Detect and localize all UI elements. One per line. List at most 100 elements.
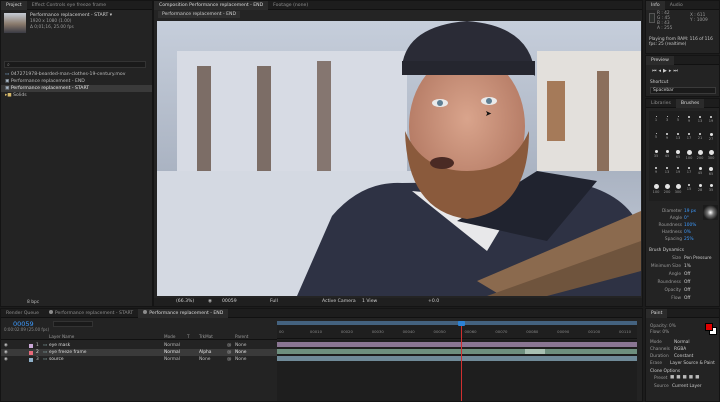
layer-row[interactable]: ◉ 2 ▭ eye freeze frame Normal Alpha @ None <box>1 349 277 356</box>
brush-dynamics-dropdown[interactable]: Pen Pressure <box>684 256 712 261</box>
playhead-handle[interactable] <box>458 321 465 326</box>
brush-tip[interactable]: 200 <box>662 181 672 197</box>
parent-pickwhip-icon[interactable]: @ <box>227 356 231 363</box>
brush-dynamics-dropdown[interactable]: Off <box>684 272 690 277</box>
close-icon[interactable] <box>143 310 148 314</box>
visibility-eye-icon[interactable]: ◉ <box>4 356 8 363</box>
view-dropdown[interactable]: 1 View <box>362 299 377 304</box>
viewer-image[interactable]: ➤ <box>157 21 641 296</box>
tab-comp-start[interactable]: Performance replacement - START <box>44 309 138 318</box>
project-item[interactable]: ▸■ Solids <box>1 92 152 99</box>
timecode-display[interactable]: 00059 <box>222 299 237 304</box>
brush-param-value[interactable]: 19 px <box>684 209 696 214</box>
brush-tip[interactable]: 17 <box>684 164 694 180</box>
brush-tip[interactable]: 65 <box>706 164 716 180</box>
track-bar[interactable] <box>277 349 637 354</box>
brush-tip[interactable]: 35 <box>706 181 716 197</box>
brush-tip[interactable]: 300 <box>706 147 716 163</box>
layer-name[interactable]: source <box>49 356 64 363</box>
composition-label[interactable]: Performance replacement - END <box>158 11 241 18</box>
camera-icon[interactable]: ◉ <box>208 299 212 304</box>
tab-composition[interactable]: Composition Performance replacement - EN… <box>154 1 269 10</box>
exposure-value[interactable]: +0.0 <box>428 299 439 304</box>
brush-tip[interactable]: 1 <box>651 113 661 129</box>
camera-dropdown[interactable]: Active Camera <box>322 299 356 304</box>
layer-label-color[interactable] <box>29 357 33 362</box>
col-trkmat[interactable]: TrkMat <box>199 334 213 339</box>
paint-channels-dropdown[interactable]: RGBA <box>674 347 686 352</box>
source-dropdown[interactable]: Current Layer <box>672 384 701 389</box>
foreground-color-swatch[interactable] <box>705 323 713 331</box>
project-item[interactable]: ▣ Performance replacement - END <box>1 78 152 85</box>
keyframe-marker[interactable] <box>525 349 545 354</box>
tab-effect-controls[interactable]: Effect Controls eye freeze frame <box>27 1 111 10</box>
tab-footage[interactable]: Footage (none) <box>268 1 313 10</box>
brush-dynamics-dropdown[interactable]: Off <box>684 296 690 301</box>
parent-pickwhip-icon[interactable]: @ <box>227 342 231 349</box>
brush-tip[interactable]: 5 <box>673 113 683 129</box>
paint-flow[interactable]: Flow: 0% <box>650 330 669 335</box>
tab-project[interactable]: Project <box>1 1 27 10</box>
brush-tip[interactable]: 19 <box>706 113 716 129</box>
brush-tip[interactable]: 13 <box>662 164 672 180</box>
brush-tip[interactable]: 100 <box>651 181 661 197</box>
parent-pickwhip-icon[interactable]: @ <box>227 349 231 356</box>
paint-opacity[interactable]: Opacity: 0% <box>650 324 676 329</box>
tab-preview[interactable]: Preview <box>646 56 674 65</box>
brush-tip[interactable]: 65 <box>673 147 683 163</box>
col-mode[interactable]: Mode <box>164 334 175 339</box>
tab-libraries[interactable]: Libraries <box>646 99 676 108</box>
brush-tip[interactable]: 27 <box>706 130 716 146</box>
resolution-dropdown[interactable]: Full <box>270 299 278 304</box>
layer-mode-dropdown[interactable]: Normal <box>164 342 180 349</box>
brush-tip[interactable]: 300 <box>673 181 683 197</box>
tab-info[interactable]: Info <box>646 1 665 10</box>
tab-paint[interactable]: Paint <box>646 309 668 318</box>
project-item-selected[interactable]: ▣ Performance replacement - START <box>1 85 152 92</box>
brush-tip[interactable]: 35 <box>651 147 661 163</box>
layer-name[interactable]: eye freeze frame <box>49 349 86 356</box>
layer-label-color[interactable] <box>29 343 33 348</box>
layer-name[interactable]: eye mask <box>49 342 70 349</box>
brush-tip[interactable]: 21 <box>695 130 705 146</box>
brush-param-value[interactable]: 0° <box>684 216 689 221</box>
brush-dynamics-dropdown[interactable]: Off <box>684 280 690 285</box>
layer-search-input[interactable] <box>53 321 93 327</box>
project-item[interactable]: ▭ 047271978-bearded-man-clothes-19-centu… <box>1 71 152 78</box>
brush-tip[interactable]: 17 <box>684 130 694 146</box>
brush-tip[interactable]: 9 <box>662 130 672 146</box>
layer-row[interactable]: ◉ 1 ▭ eye mask Normal @ None <box>1 342 277 349</box>
brush-tip[interactable]: 13 <box>695 113 705 129</box>
tab-brushes[interactable]: Brushes <box>675 99 705 108</box>
layer-label-color[interactable] <box>29 350 33 355</box>
paint-duration-dropdown[interactable]: Constant <box>674 354 693 359</box>
brush-param-value[interactable]: 0% <box>684 230 691 235</box>
brush-param-value[interactable]: 25% <box>684 237 694 242</box>
brush-tip[interactable]: 9 <box>684 113 694 129</box>
tab-audio[interactable]: Audio <box>665 1 688 10</box>
layer-parent-dropdown[interactable]: None <box>235 342 246 349</box>
brush-tip[interactable]: 9 <box>651 164 661 180</box>
col-parent[interactable]: Parent <box>235 334 248 339</box>
close-icon[interactable] <box>48 310 53 314</box>
brush-tip[interactable]: 28 <box>695 181 705 197</box>
layer-row[interactable]: ◉ 3 ▭ source Normal None @ None <box>1 356 277 363</box>
visibility-eye-icon[interactable]: ◉ <box>4 342 8 349</box>
tab-render-queue[interactable]: Render Queue <box>1 309 44 318</box>
layer-mode-dropdown[interactable]: Normal <box>164 356 180 363</box>
playhead[interactable] <box>461 321 462 401</box>
project-search-input[interactable]: ⌕ <box>4 61 146 68</box>
brush-param-value[interactable]: 100% <box>684 223 696 228</box>
brush-tip[interactable]: 19 <box>673 164 683 180</box>
col-t[interactable]: T <box>187 334 190 339</box>
layer-parent-dropdown[interactable]: None <box>235 349 246 356</box>
project-bpc[interactable]: 8 bpc <box>27 300 39 305</box>
layer-parent-dropdown[interactable]: None <box>235 356 246 363</box>
brush-tip[interactable]: 15 <box>684 181 694 197</box>
visibility-eye-icon[interactable]: ◉ <box>4 349 8 356</box>
col-layer-name[interactable]: Layer Name <box>49 334 74 339</box>
brush-tip[interactable]: 200 <box>695 147 705 163</box>
brush-tip[interactable]: 100 <box>684 147 694 163</box>
brush-tip[interactable]: 13 <box>673 130 683 146</box>
brush-dynamics-dropdown[interactable]: Off <box>684 288 690 293</box>
